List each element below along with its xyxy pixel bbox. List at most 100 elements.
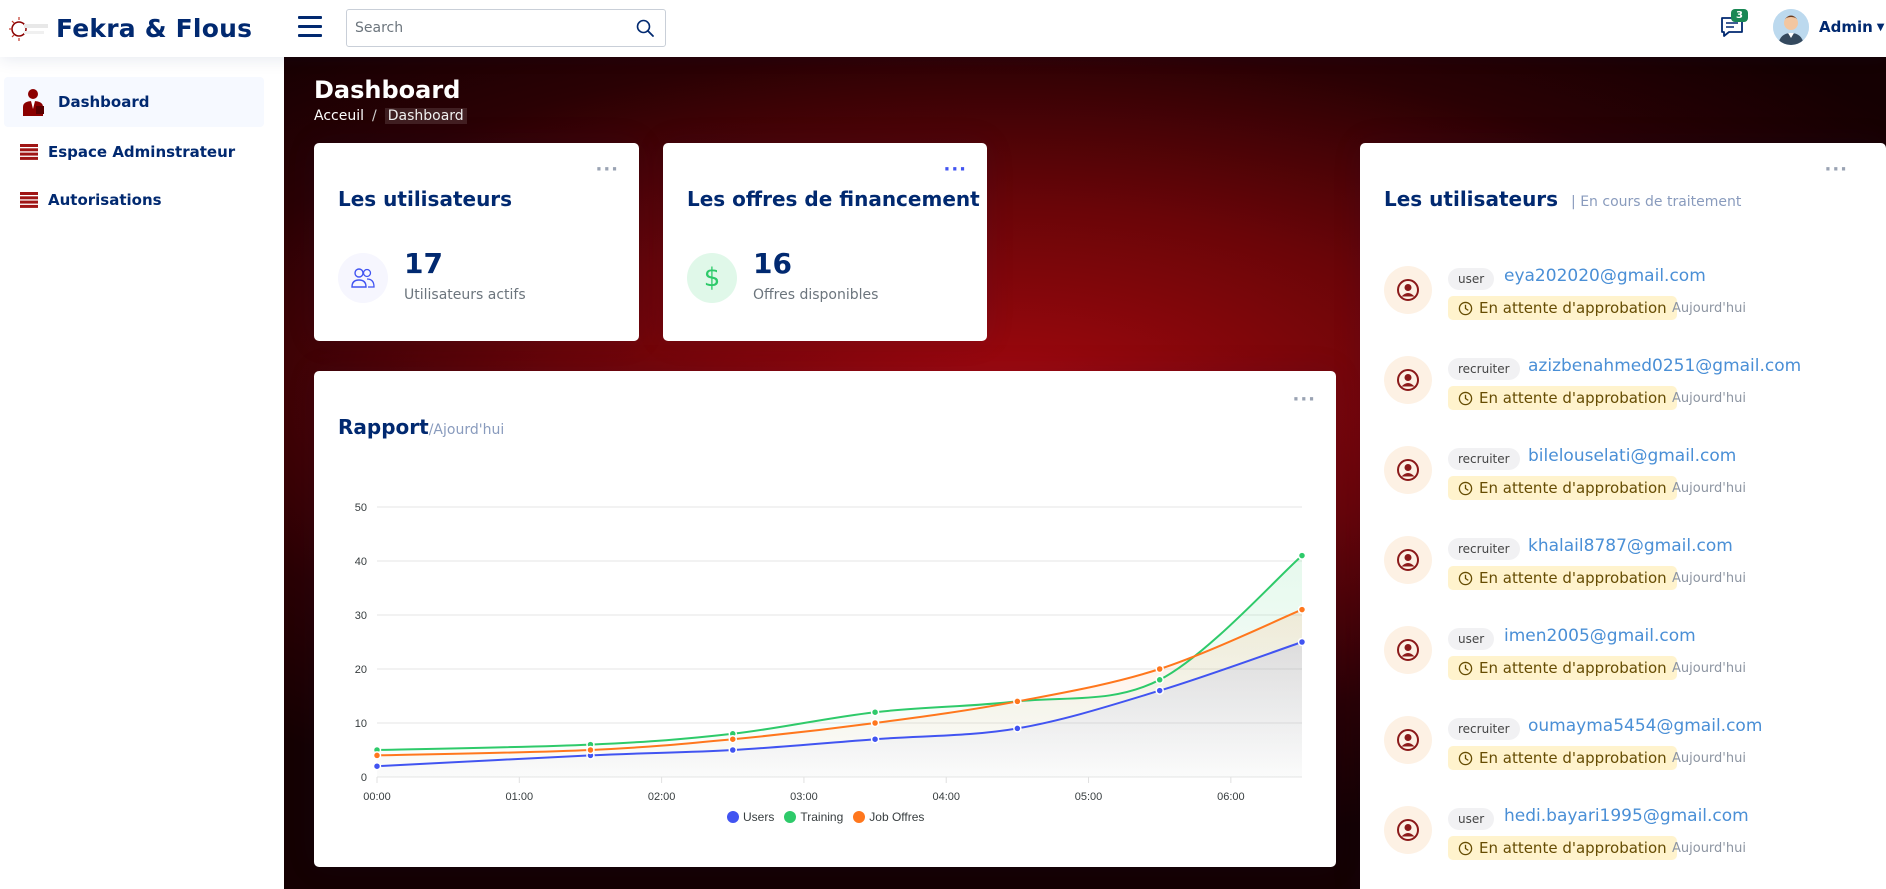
logo[interactable]: Fekra & Flous	[6, 12, 296, 46]
status-badge: En attente d'approbation	[1448, 566, 1677, 590]
data-point	[1013, 697, 1022, 706]
legend-item[interactable]: Users	[727, 810, 774, 824]
card-title: Les utilisateurs | En cours de traitemen…	[1384, 187, 1741, 211]
data-point	[1013, 724, 1022, 733]
sidebar-item-dashboard[interactable]: Dashboard	[4, 77, 264, 127]
search-input[interactable]	[347, 20, 617, 36]
stat-value: 17	[404, 247, 443, 280]
x-tick-label: 05:00	[1075, 791, 1103, 801]
legend-dot	[784, 811, 797, 823]
pending-subtitle: | En cours de traitement	[1571, 194, 1742, 210]
user-email-link[interactable]: oumayma5454@gmail.com	[1528, 716, 1762, 736]
menu-toggle-icon[interactable]	[298, 16, 322, 38]
user-avatar-icon	[1384, 716, 1432, 764]
clock-icon	[1458, 301, 1473, 315]
clock-icon	[1458, 391, 1473, 405]
user-email-link[interactable]: khalail8787@gmail.com	[1528, 536, 1733, 556]
x-tick-label: 01:00	[506, 791, 534, 801]
offers-card: ··· Les offres de financement $ 16 Offre…	[663, 143, 987, 341]
sidebar-item-label: Espace Adminstrateur	[48, 143, 236, 161]
role-badge: user	[1448, 268, 1495, 290]
status-label: En attente d'approbation	[1479, 389, 1667, 407]
list-item[interactable]: recruiter bilelouselati@gmail.com En atten…	[1384, 446, 1764, 516]
timestamp: Aujourd'hui	[1672, 481, 1746, 496]
list-item[interactable]: user imen2005@gmail.com En attente d'appro…	[1384, 626, 1764, 696]
timestamp: Aujourd'hui	[1672, 391, 1746, 406]
report-chart: 0 10 20 30 40 50 00:00 01:00 02:00 03:00 04:00 05:0…	[355, 502, 1307, 801]
legend-label: Job Offres	[869, 810, 925, 824]
data-point	[870, 718, 880, 728]
breadcrumb-home[interactable]: Acceuil	[314, 108, 364, 124]
sidebar-item-espace-admin[interactable]: Espace Adminstrateur	[4, 127, 264, 177]
legend-item[interactable]: Job Offres	[853, 810, 924, 824]
more-options-icon[interactable]: ···	[943, 161, 967, 179]
search-bar	[346, 9, 666, 47]
data-point	[586, 745, 595, 755]
legend-item[interactable]: Training	[784, 810, 843, 824]
data-point	[1297, 551, 1307, 560]
x-tick-label: 03:00	[790, 791, 818, 801]
list-item[interactable]: user eya202020@gmail.com En attente d'appr…	[1384, 266, 1764, 336]
data-point	[728, 745, 738, 755]
data-point	[372, 751, 382, 760]
more-options-icon[interactable]: ···	[595, 161, 619, 179]
profile-dropdown[interactable]: Admin ▼	[1773, 9, 1885, 45]
data-point	[870, 734, 880, 744]
list-item[interactable]: recruiter azizbenahmed0251@gmail.com En at…	[1384, 356, 1801, 426]
card-title: Les offres de financement	[687, 187, 980, 211]
dollar-icon: $	[687, 253, 737, 303]
data-point	[372, 761, 382, 771]
x-tick-label: 02:00	[648, 791, 676, 801]
legend-dot	[853, 811, 866, 823]
stat-label: Offres disponibles	[753, 287, 879, 303]
data-point	[1155, 675, 1164, 685]
status-badge: En attente d'approbation	[1448, 296, 1677, 320]
role-badge: recruiter	[1448, 538, 1520, 560]
chevron-down-icon: ▼	[1876, 21, 1885, 33]
breadcrumb: Acceuil / Dashboard	[314, 108, 467, 124]
logo-image	[6, 12, 52, 46]
user-email-link[interactable]: hedi.bayari1995@gmail.com	[1504, 806, 1749, 826]
sidebar-item-autorisations[interactable]: Autorisations	[4, 175, 264, 225]
timestamp: Aujourd'hui	[1672, 571, 1746, 586]
y-tick-label: 40	[355, 556, 367, 568]
role-badge: recruiter	[1448, 718, 1520, 740]
role-badge: recruiter	[1448, 448, 1520, 470]
status-badge: En attente d'approbation	[1448, 386, 1677, 410]
list-item[interactable]: recruiter oumayma5454@gmail.com En attente…	[1384, 716, 1764, 786]
user-avatar-icon	[1384, 356, 1432, 404]
legend-dot	[727, 811, 739, 823]
user-avatar-icon	[1384, 266, 1432, 314]
breadcrumb-separator: /	[372, 108, 377, 124]
user-email-link[interactable]: azizbenahmed0251@gmail.com	[1528, 356, 1801, 376]
data-point	[728, 734, 738, 744]
search-icon[interactable]	[635, 18, 655, 38]
timestamp: Aujourd'hui	[1672, 301, 1746, 316]
data-point	[1155, 664, 1164, 674]
y-tick-label: 20	[355, 664, 367, 676]
role-badge: user	[1448, 628, 1495, 650]
role-badge: user	[1448, 808, 1495, 830]
clock-icon	[1458, 841, 1473, 855]
more-options-icon[interactable]: ···	[1824, 161, 1848, 179]
user-avatar-icon	[1384, 446, 1432, 494]
page-title: Dashboard	[314, 76, 461, 104]
user-email-link[interactable]: imen2005@gmail.com	[1504, 626, 1696, 646]
list-item[interactable]: user hedi.bayari1995@gmail.com En attente …	[1384, 806, 1764, 876]
legend-label: Users	[743, 810, 775, 824]
businessman-icon	[20, 88, 46, 116]
data-point	[1155, 686, 1164, 695]
list-icon	[20, 144, 38, 160]
timestamp: Aujourd'hui	[1672, 661, 1746, 676]
status-badge: En attente d'approbation	[1448, 476, 1677, 500]
user-email-link[interactable]: eya202020@gmail.com	[1504, 266, 1706, 286]
list-item[interactable]: recruiter khalail8787@gmail.com En attente…	[1384, 536, 1764, 606]
sidebar-item-label: Dashboard	[58, 93, 150, 111]
avatar	[1773, 9, 1809, 45]
y-tick-label: 50	[355, 502, 367, 514]
user-email-link[interactable]: bilelouselati@gmail.com	[1528, 446, 1736, 466]
notification-badge: 3	[1731, 9, 1748, 22]
breadcrumb-current: Dashboard	[384, 108, 467, 124]
timestamp: Aujourd'hui	[1672, 751, 1746, 766]
clock-icon	[1458, 661, 1473, 675]
